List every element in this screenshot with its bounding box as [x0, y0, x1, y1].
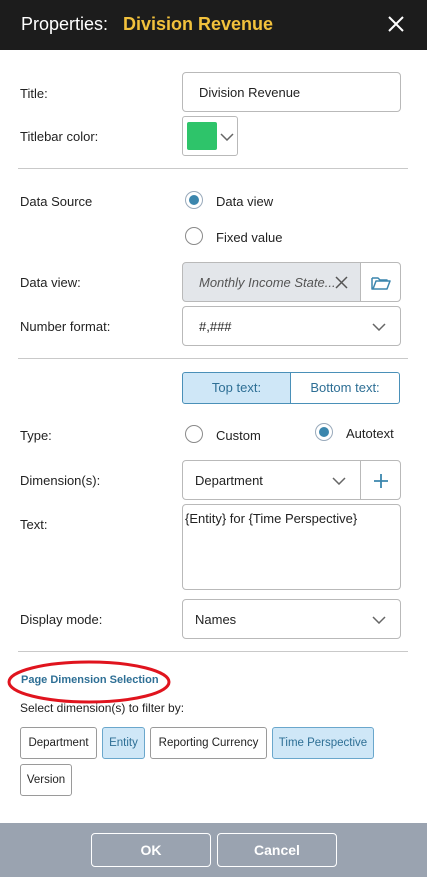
display-mode-value: Names	[195, 612, 237, 627]
title-input[interactable]: Division Revenue	[182, 72, 401, 112]
dialog-header-label: Properties:	[21, 14, 109, 34]
cancel-button[interactable]: Cancel	[217, 833, 337, 867]
data-view-value: Monthly Income State...	[199, 275, 336, 290]
highlight-ellipse	[7, 660, 171, 704]
chip-version[interactable]: Version	[20, 764, 72, 796]
chip-time-perspective[interactable]: Time Perspective	[272, 727, 374, 759]
data-view-label: Data view:	[20, 275, 81, 290]
chip-reporting-currency[interactable]: Reporting Currency	[150, 727, 267, 759]
number-format-value: #,###	[199, 319, 232, 334]
divider	[18, 651, 408, 652]
chevron-down-icon	[372, 323, 386, 331]
dialog-header: Properties: Division Revenue	[0, 0, 427, 50]
dialog-title: Division Revenue	[123, 14, 274, 34]
dimensions-label: Dimension(s):	[20, 473, 101, 488]
clear-icon[interactable]	[335, 276, 348, 289]
number-format-label: Number format:	[20, 319, 111, 334]
radio-autotext-label: Autotext	[346, 426, 394, 441]
titlebar-color-label: Titlebar color:	[20, 129, 99, 144]
close-icon[interactable]	[387, 15, 405, 33]
color-swatch	[187, 122, 217, 150]
text-area-value: {Entity} for {Time Perspective}	[185, 511, 358, 526]
dimensions-select[interactable]: Department	[182, 460, 361, 500]
plus-icon	[374, 474, 388, 488]
tab-top-text[interactable]: Top text:	[182, 372, 291, 404]
number-format-select[interactable]: #,###	[182, 306, 401, 346]
radio-custom-label: Custom	[216, 428, 261, 443]
text-label: Text:	[20, 517, 48, 532]
radio-fixed-value[interactable]	[185, 227, 203, 245]
divider	[18, 358, 408, 359]
page-dimension-subtitle: Select dimension(s) to filter by:	[20, 701, 185, 715]
tab-bottom-text[interactable]: Bottom text:	[290, 372, 400, 404]
title-input-value: Division Revenue	[199, 85, 301, 100]
ok-button[interactable]: OK	[91, 833, 211, 867]
radio-custom[interactable]	[185, 425, 203, 443]
type-label: Type:	[20, 428, 52, 443]
dialog-footer: OK Cancel	[0, 823, 427, 877]
folder-open-icon	[371, 277, 391, 290]
display-mode-label: Display mode:	[20, 612, 103, 627]
radio-data-view-label: Data view	[216, 194, 274, 209]
text-area[interactable]: {Entity} for {Time Perspective}	[182, 504, 401, 590]
chip-department[interactable]: Department	[20, 727, 97, 759]
browse-data-view-button[interactable]	[360, 262, 401, 302]
chevron-down-icon	[372, 616, 386, 624]
dimensions-value: Department	[195, 473, 263, 488]
divider	[18, 168, 408, 169]
data-source-label: Data Source	[20, 194, 93, 209]
chip-entity[interactable]: Entity	[102, 727, 145, 759]
radio-fixed-value-label: Fixed value	[216, 230, 283, 245]
radio-autotext[interactable]	[315, 423, 333, 441]
chevron-down-icon	[220, 133, 234, 141]
titlebar-color-picker[interactable]	[182, 116, 238, 156]
chevron-down-icon	[332, 477, 346, 485]
add-dimension-button[interactable]	[360, 460, 401, 500]
data-view-field[interactable]: Monthly Income State...	[182, 262, 361, 302]
radio-data-view[interactable]	[185, 191, 203, 209]
display-mode-select[interactable]: Names	[182, 599, 401, 639]
title-label: Title:	[20, 86, 48, 101]
